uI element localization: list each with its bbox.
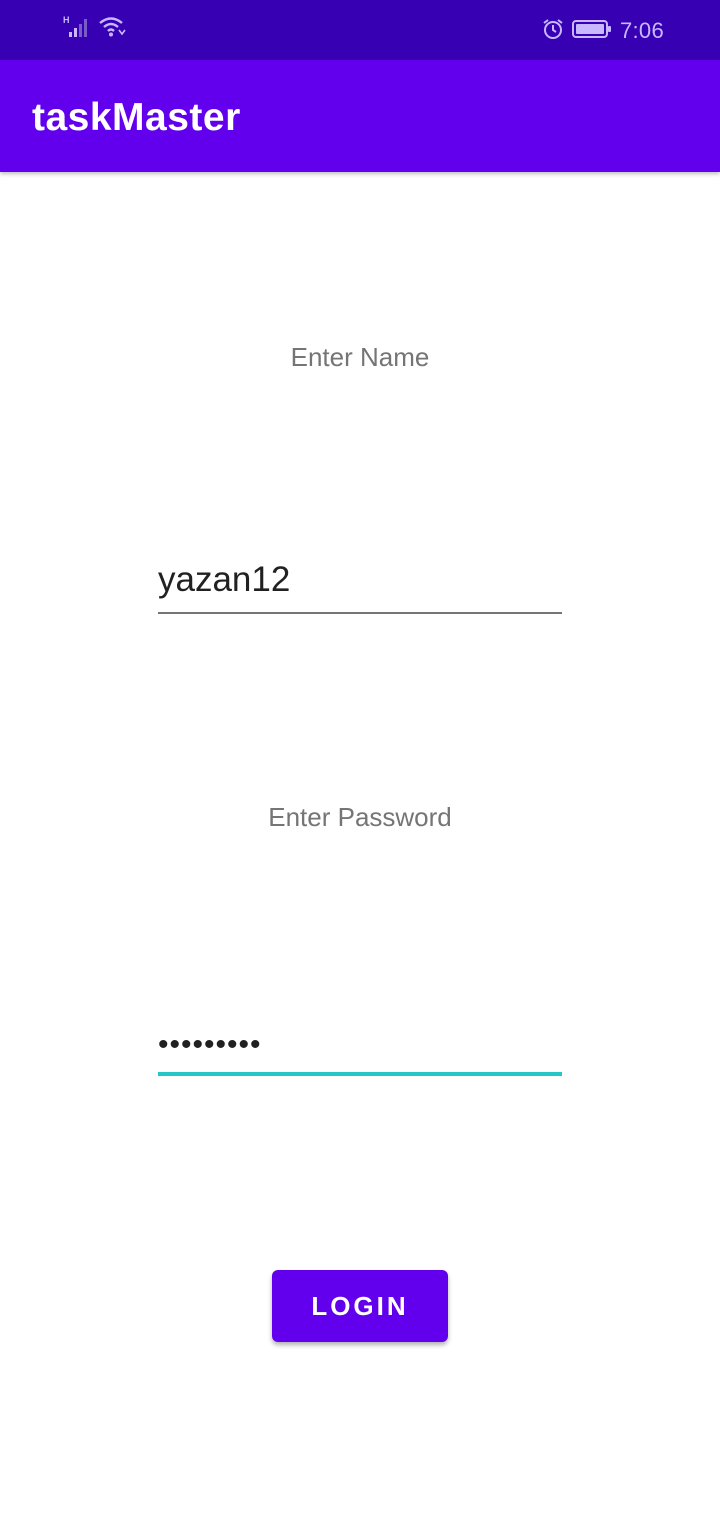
battery-icon: [571, 19, 612, 44]
password-label: Enter Password: [268, 802, 452, 832]
password-input[interactable]: •••••••••: [158, 1026, 562, 1076]
status-right-icons: 7:06: [542, 16, 664, 46]
status-time: 7:06: [619, 18, 664, 43]
status-left-icons: H: [62, 15, 126, 42]
alarm-icon: [542, 18, 564, 45]
password-input-value: •••••••••: [158, 1028, 262, 1061]
status-bar: H 7:06: [0, 0, 720, 60]
wifi-icon: [98, 15, 126, 42]
app-title: taskMaster: [32, 96, 241, 139]
name-input-value: yazan12: [158, 560, 291, 599]
login-button[interactable]: LOGIN: [272, 1270, 448, 1342]
name-label: Enter Name: [290, 342, 430, 372]
app-bar: taskMaster: [0, 60, 720, 172]
network-type-label: H: [63, 15, 70, 25]
signal-icon: H: [62, 15, 92, 42]
name-input[interactable]: yazan12: [158, 560, 562, 614]
